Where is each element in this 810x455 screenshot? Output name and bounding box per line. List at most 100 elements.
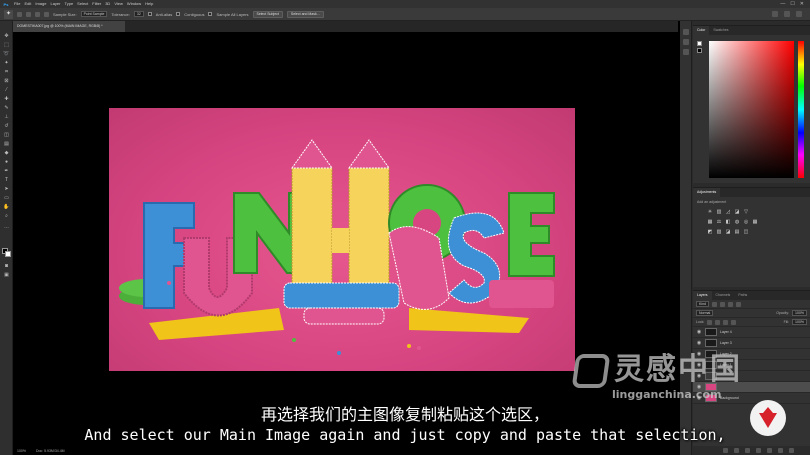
tab-color[interactable]: Color xyxy=(693,26,710,35)
artwork-image[interactable] xyxy=(109,108,575,371)
close-icon[interactable]: ✕ xyxy=(800,1,804,7)
magic-wand-icon[interactable]: ✦ xyxy=(3,60,10,66)
tab-channels[interactable]: Channels xyxy=(712,291,735,300)
filter-pixel-icon[interactable] xyxy=(712,301,718,307)
pen-tool-icon[interactable]: ✒ xyxy=(3,168,10,174)
history-panel-icon[interactable] xyxy=(683,29,689,35)
clone-stamp-icon[interactable]: ⊥ xyxy=(3,114,10,120)
libraries-panel-icon[interactable] xyxy=(683,49,689,55)
intersect-selection-icon[interactable] xyxy=(44,11,49,17)
minimize-icon[interactable]: — xyxy=(780,1,785,7)
hue-slider[interactable] xyxy=(798,41,804,178)
menu-edit[interactable]: Edit xyxy=(22,0,33,8)
fill-input[interactable]: 100% xyxy=(792,319,807,325)
link-layers-icon[interactable] xyxy=(723,448,728,453)
lasso-tool-icon[interactable]: ➰ xyxy=(3,51,10,57)
opacity-input[interactable]: 100% xyxy=(792,310,807,316)
curves-icon[interactable]: ◿ xyxy=(725,209,731,215)
document-tab[interactable]: DOMESTIKA007.jpg @ 100% (MAIN IMAGE, RGB… xyxy=(13,21,125,32)
exposure-icon[interactable]: ◪ xyxy=(734,209,740,215)
visibility-eye-icon[interactable]: ◉ xyxy=(696,329,702,335)
tab-layers[interactable]: Layers xyxy=(693,291,712,300)
new-layer-icon[interactable] xyxy=(778,448,783,453)
search-icon[interactable] xyxy=(772,11,778,17)
workspace-icon[interactable] xyxy=(784,11,790,17)
hue-saturation-icon[interactable]: ▦ xyxy=(707,219,713,225)
visibility-eye-icon[interactable]: ◉ xyxy=(696,340,702,346)
sample-all-layers-checkbox[interactable] xyxy=(208,12,213,16)
share-icon[interactable] xyxy=(796,11,802,17)
blur-tool-icon[interactable]: ◆ xyxy=(3,150,10,156)
crop-tool-icon[interactable]: ⌗ xyxy=(3,69,10,75)
gradient-map-icon[interactable]: ▤ xyxy=(734,229,740,235)
layer-kind-filter[interactable]: Kind xyxy=(696,301,710,307)
menu-image[interactable]: Image xyxy=(33,0,48,8)
lock-all-icon[interactable] xyxy=(731,319,737,325)
brightness-contrast-icon[interactable]: ☀ xyxy=(707,209,713,215)
menu-file[interactable]: File xyxy=(12,0,22,8)
background-color-swatch[interactable] xyxy=(5,251,11,257)
tolerance-input[interactable]: 32 xyxy=(133,11,144,17)
lock-position-icon[interactable] xyxy=(723,319,729,325)
eraser-tool-icon[interactable]: ◫ xyxy=(3,132,10,138)
select-and-mask-button[interactable]: Select and Mask... xyxy=(286,10,324,18)
add-to-selection-icon[interactable] xyxy=(26,11,31,17)
black-white-icon[interactable]: ◧ xyxy=(725,219,731,225)
new-group-icon[interactable] xyxy=(767,448,772,453)
menu-window[interactable]: Window xyxy=(125,0,143,8)
filter-shape-icon[interactable] xyxy=(736,301,742,307)
move-tool-icon[interactable]: ✥ xyxy=(3,33,10,39)
layer-style-icon[interactable] xyxy=(734,448,739,453)
posterize-icon[interactable]: ▨ xyxy=(716,229,722,235)
magic-wand-tool-icon[interactable]: ✦ xyxy=(4,9,13,19)
maximize-icon[interactable]: ☐ xyxy=(790,1,794,7)
frame-tool-icon[interactable]: ⊠ xyxy=(3,78,10,84)
color-balance-icon[interactable]: ⚖ xyxy=(716,219,722,225)
sample-size-select[interactable]: Point Sample xyxy=(80,11,108,17)
type-tool-icon[interactable]: T xyxy=(3,177,10,183)
hand-tool-icon[interactable]: ✋ xyxy=(3,204,10,210)
levels-icon[interactable]: ▥ xyxy=(716,209,722,215)
tab-paths[interactable]: Paths xyxy=(734,291,751,300)
color-fg-swatch[interactable] xyxy=(697,41,702,46)
selective-color-icon[interactable]: ◫ xyxy=(743,229,749,235)
rectangle-tool-icon[interactable]: ▭ xyxy=(3,195,10,201)
path-selection-icon[interactable]: ➤ xyxy=(3,186,10,192)
filter-adjustment-icon[interactable] xyxy=(720,301,726,307)
quick-mask-icon[interactable]: ◙ xyxy=(3,263,10,269)
menu-type[interactable]: Type xyxy=(63,0,76,8)
healing-brush-icon[interactable]: ✚ xyxy=(3,96,10,102)
anti-alias-checkbox[interactable] xyxy=(147,12,152,16)
filter-type-icon[interactable] xyxy=(728,301,734,307)
menu-layer[interactable]: Layer xyxy=(48,0,62,8)
new-adjustment-icon[interactable] xyxy=(756,448,761,453)
marquee-tool-icon[interactable]: ⬚ xyxy=(3,42,10,48)
layer-row[interactable]: ◉ Layer 4 xyxy=(693,327,810,338)
invert-icon[interactable]: ◩ xyxy=(707,229,713,235)
threshold-icon[interactable]: ◪ xyxy=(725,229,731,235)
contiguous-checkbox[interactable] xyxy=(176,12,181,16)
history-brush-icon[interactable]: ↺ xyxy=(3,123,10,129)
menu-select[interactable]: Select xyxy=(75,0,90,8)
menu-view[interactable]: View xyxy=(112,0,125,8)
lock-pixels-icon[interactable] xyxy=(715,319,721,325)
lock-transparency-icon[interactable] xyxy=(707,319,713,325)
dodge-tool-icon[interactable]: ● xyxy=(3,159,10,165)
zoom-tool-icon[interactable]: ⌕ xyxy=(3,213,10,219)
more-tools-icon[interactable]: … xyxy=(3,224,10,230)
menu-filter[interactable]: Filter xyxy=(90,0,103,8)
eyedropper-icon[interactable]: ⁄ xyxy=(3,87,10,93)
brush-tool-icon[interactable]: ✎ xyxy=(3,105,10,111)
layer-row[interactable]: ◉ Layer 3 xyxy=(693,338,810,349)
tab-adjustments[interactable]: Adjustments xyxy=(693,188,721,197)
blend-mode-select[interactable]: Normal xyxy=(696,310,714,316)
screen-mode-icon[interactable]: ▣ xyxy=(3,272,10,278)
tab-swatches[interactable]: Swatches xyxy=(709,26,732,35)
zoom-level[interactable]: 100% xyxy=(17,449,26,453)
properties-panel-icon[interactable] xyxy=(683,39,689,45)
delete-layer-icon[interactable] xyxy=(789,448,794,453)
new-selection-icon[interactable] xyxy=(17,11,22,17)
subtract-from-selection-icon[interactable] xyxy=(35,11,40,17)
vibrance-icon[interactable]: ▽ xyxy=(743,209,749,215)
color-lookup-icon[interactable]: ▦ xyxy=(752,219,758,225)
